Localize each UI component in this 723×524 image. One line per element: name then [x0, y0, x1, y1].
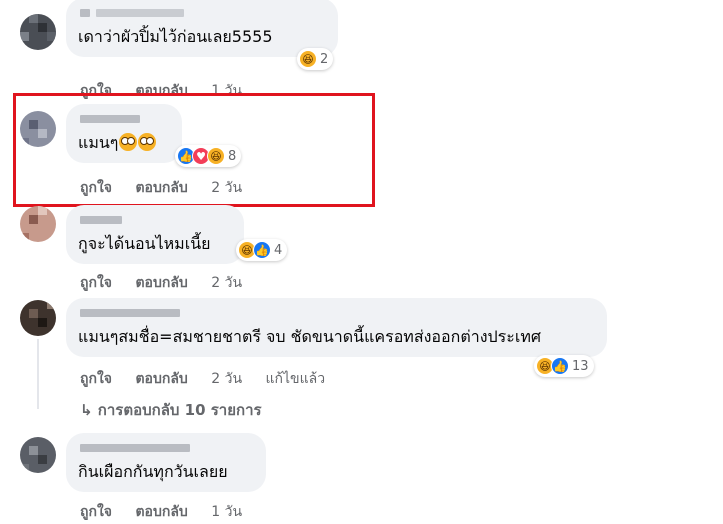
- like-link[interactable]: ถูกใจ: [80, 504, 112, 520]
- comment-text: กินเผือกกันทุกวันเลยย: [78, 462, 228, 481]
- replies-label: การตอบกลับ 10 รายการ: [97, 401, 262, 419]
- reply-link[interactable]: ตอบกลับ: [135, 275, 187, 291]
- like-link[interactable]: ถูกใจ: [80, 371, 112, 387]
- reaction-summary[interactable]: 😆 2: [297, 48, 334, 70]
- author-name-blurred[interactable]: [78, 441, 254, 455]
- view-replies-link[interactable]: ↳ การตอบกลับ 10 รายการ: [80, 398, 262, 422]
- highlight-box: [13, 93, 375, 207]
- reaction-count: 13: [572, 358, 589, 374]
- comment-bubble: กินเผือกกันทุกวันเลยย: [66, 433, 266, 492]
- timestamp[interactable]: 2 วัน: [211, 371, 242, 387]
- author-name-blurred[interactable]: [78, 213, 232, 227]
- comment-bubble: กูจะได้นอนไหมเนี้ย: [66, 205, 244, 264]
- edited-label[interactable]: แก้ไขแล้ว: [266, 371, 326, 387]
- timestamp[interactable]: 1 วัน: [211, 504, 242, 520]
- comment-bubble: เดาว่าผัวปิ้มไว้ก่อนเลย5555: [66, 0, 338, 57]
- haha-reaction-icon: 😆: [299, 50, 317, 68]
- reaction-count: 4: [274, 242, 283, 258]
- reply-link[interactable]: ตอบกลับ: [135, 504, 187, 520]
- reply-arrow-icon: ↳: [80, 401, 98, 419]
- timestamp[interactable]: 2 วัน: [211, 275, 242, 291]
- like-reaction-icon: 👍: [253, 241, 271, 259]
- comment-text: เดาว่าผัวปิ้มไว้ก่อนเลย5555: [78, 27, 273, 46]
- comment-text: แมนๆสมชื่อ=สมชายชาตรี จบ ชัดขนาดนี้แครอท…: [78, 327, 542, 346]
- author-name-blurred[interactable]: [78, 306, 595, 320]
- comment-text: กูจะได้นอนไหมเนี้ย: [78, 234, 211, 253]
- reply-link[interactable]: ตอบกลับ: [135, 371, 187, 387]
- avatar[interactable]: [20, 300, 56, 336]
- comment-bubble: แมนๆสมชื่อ=สมชายชาตรี จบ ชัดขนาดนี้แครอท…: [66, 298, 607, 357]
- comment-actions: ถูกใจ ตอบกลับ 2 วัน แก้ไขแล้ว: [80, 368, 344, 390]
- reaction-summary[interactable]: 😆 👍 13: [534, 355, 594, 377]
- like-link[interactable]: ถูกใจ: [80, 275, 112, 291]
- reaction-count: 2: [320, 51, 329, 67]
- author-name-blurred[interactable]: [78, 6, 326, 20]
- like-reaction-icon: 👍: [551, 357, 569, 375]
- thread-line: [37, 339, 39, 409]
- avatar[interactable]: [20, 437, 56, 473]
- comment-actions: ถูกใจ ตอบกลับ 2 วัน: [80, 272, 261, 294]
- avatar[interactable]: [20, 206, 56, 242]
- avatar[interactable]: [20, 14, 56, 50]
- comment-actions: ถูกใจ ตอบกลับ 1 วัน: [80, 501, 261, 523]
- reaction-summary[interactable]: 😆 👍 4: [236, 239, 288, 261]
